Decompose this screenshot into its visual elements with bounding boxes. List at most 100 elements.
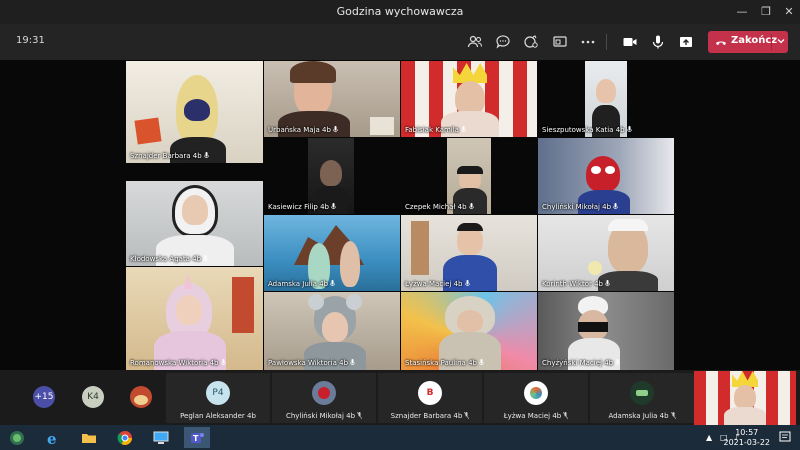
system-clock[interactable]: 10:57 2021-03-22 [724, 428, 771, 448]
video-grid: Sznajder Barbara 4b Urbańska Maja 4b Fab… [0, 60, 800, 370]
title-bar: Godzina wychowawcza — ❐ ✕ [0, 0, 800, 24]
monitor-icon [153, 431, 169, 444]
hang-up-icon [716, 41, 726, 45]
taskbar-chrome[interactable] [112, 427, 138, 448]
participant-name: Korinth Wiktor 4b [542, 280, 603, 288]
avatar [312, 381, 336, 405]
folder-icon [82, 433, 96, 443]
end-call-button[interactable]: Zakończ [708, 31, 788, 53]
video-tile[interactable]: Sieszputowska Katia 4b [538, 61, 674, 137]
mic-icon [333, 126, 338, 132]
avatar[interactable] [130, 386, 152, 408]
mic-icon [203, 152, 209, 158]
minimize-icon[interactable]: — [734, 4, 750, 20]
avatar [524, 381, 548, 405]
participant-name: Łyżwa Maciej 4b [503, 412, 562, 420]
video-tile[interactable]: Łyżwa Maciej 4b [401, 215, 537, 291]
raise-hand-icon [524, 35, 538, 48]
more-actions-button[interactable] [579, 33, 597, 51]
chevron-up-icon[interactable]: ▲ [706, 433, 716, 443]
participant-roster: +15 K4 P4 Peglan Aleksander 4b Chyliński… [0, 370, 800, 425]
video-tile[interactable]: Romanowska Wiktoria 4b [126, 267, 263, 370]
window-title: Godzina wychowawcza [336, 5, 464, 18]
maximize-icon[interactable]: ❐ [758, 4, 774, 20]
meeting-toolbar: 19:31 Zakończ [0, 24, 800, 60]
chrome-icon [117, 430, 132, 445]
video-tile[interactable]: Pawłowska Wiktoria 4b [264, 292, 400, 370]
toolbar-divider [606, 34, 607, 50]
share-content-button[interactable] [551, 33, 569, 51]
reactions-button[interactable] [522, 33, 540, 51]
camera-icon [623, 38, 637, 46]
video-tile[interactable]: Chyliński Mikołaj 4b [538, 138, 674, 214]
participants-button[interactable] [466, 33, 484, 51]
participant-name: Stasińska Paulina 4b [405, 359, 477, 367]
mic-off-icon [357, 412, 363, 419]
mic-icon [605, 280, 610, 286]
participant-name: Urbańska Maja 4b [268, 126, 331, 134]
internet-explorer-icon: e [47, 430, 57, 446]
more-participants-badge[interactable]: +15 [33, 386, 55, 408]
participant-name: Sznajder Barbara 4b [390, 412, 463, 420]
clock-time: 10:57 [735, 428, 759, 437]
chat-icon [496, 35, 510, 49]
participant-name: Kłodowska Agata 4b [130, 255, 202, 263]
participant-name: Peglan Aleksander 4b [180, 412, 256, 420]
svg-text:T: T [193, 434, 199, 443]
taskbar-teams[interactable]: T [184, 427, 210, 448]
share-screen-icon [553, 36, 567, 47]
participant-name: Czepek Michał 4b [405, 203, 467, 211]
roster-card[interactable]: P4 Peglan Aleksander 4b [166, 373, 270, 423]
upload-icon [680, 37, 692, 47]
video-tile[interactable]: Korinth Wiktor 4b [538, 215, 674, 291]
start-button[interactable] [4, 427, 30, 448]
share-tray-button[interactable] [677, 33, 695, 51]
teams-meeting-window: Godzina wychowawcza — ❐ ✕ 19:31 Zakończ … [0, 0, 800, 450]
chevron-down-icon[interactable] [776, 36, 786, 46]
video-tile[interactable]: Adamska Julia 4b [264, 215, 400, 291]
microphone-button[interactable] [649, 33, 667, 51]
clock-date: 2021-03-22 [723, 438, 771, 447]
roster-card[interactable]: Łyżwa Maciej 4b [484, 373, 588, 423]
notification-icon[interactable] [778, 430, 792, 444]
participant-name: Kasiewicz Filip 4b [268, 203, 329, 211]
windows-start-icon [10, 430, 24, 445]
taskbar-file-explorer[interactable] [76, 427, 102, 448]
initials-avatar: P4 [206, 381, 230, 405]
mic-icon [203, 255, 208, 261]
initials-avatar[interactable]: K4 [82, 386, 104, 408]
microphone-icon [652, 35, 664, 49]
participant-name: Chyliński Mikołaj 4b [542, 203, 612, 211]
video-tile[interactable]: Urbańska Maja 4b [264, 61, 400, 137]
video-tile[interactable]: Fabisiak Kamila [401, 61, 537, 137]
taskbar-internet-explorer[interactable]: e [40, 427, 66, 448]
video-tile[interactable]: Czepek Michał 4b [401, 138, 537, 214]
mic-icon [331, 203, 336, 209]
spiderman-mask [586, 156, 620, 192]
self-view-video[interactable] [694, 371, 796, 425]
mic-icon [461, 126, 466, 132]
video-tile[interactable]: Sznajder Barbara 4b [126, 61, 263, 163]
mic-icon [626, 126, 632, 132]
roster-card[interactable]: Adamska Julia 4b [590, 373, 694, 423]
mic-icon [464, 280, 470, 286]
participant-name: Pawłowska Wiktoria 4b [268, 359, 349, 367]
mic-off-icon [464, 412, 470, 419]
participant-name: Sieszputowska Katia 4b [542, 126, 625, 134]
svg-text:e: e [47, 430, 57, 446]
participant-name: Sznajder Barbara 4b [130, 152, 202, 160]
people-icon [467, 35, 483, 48]
close-icon[interactable]: ✕ [781, 4, 797, 20]
camera-button[interactable] [621, 33, 639, 51]
mic-icon [468, 203, 474, 209]
roster-card[interactable]: B Sznajder Barbara 4b [378, 373, 482, 423]
video-tile[interactable]: Kasiewicz Filip 4b [264, 138, 400, 214]
video-tile[interactable]: Stasińska Paulina 4b [401, 292, 537, 370]
taskbar-remote-desktop[interactable] [148, 427, 174, 448]
participant-name: Chyżyński Maciej 4b [542, 359, 614, 367]
chat-button[interactable] [494, 33, 512, 51]
video-tile[interactable]: Kłodowska Agata 4b [126, 181, 263, 266]
video-tile[interactable]: Chyżyński Maciej 4b [538, 292, 674, 370]
roster-card[interactable]: Chyliński Mikołaj 4b [272, 373, 376, 423]
mic-icon [350, 359, 355, 365]
